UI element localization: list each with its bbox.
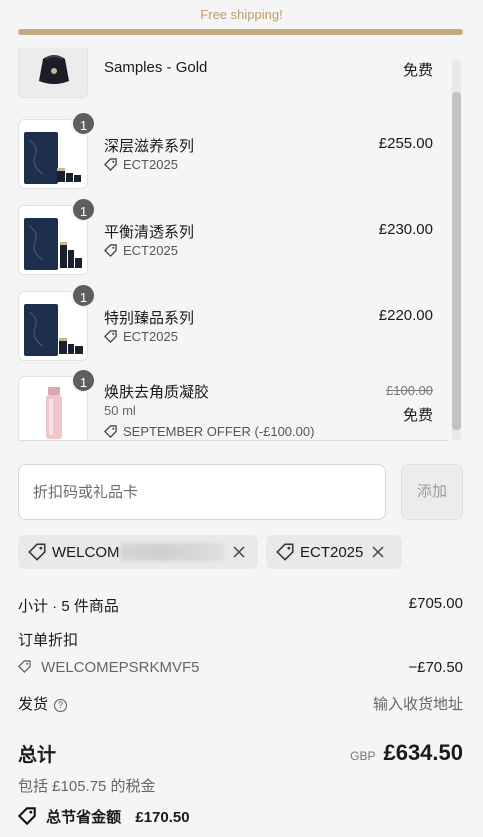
item-name: 特别臻品系列 (104, 310, 195, 327)
list-item[interactable]: 1 特别臻品系列 ECT2025 £220.00 (18, 283, 448, 367)
total-label: 总计 (18, 745, 57, 766)
subtotal-row: 小计 · 5 件商品 £705.00 (18, 595, 463, 616)
quantity-badge: 1 (71, 197, 96, 222)
item-discount: ECT2025 (104, 157, 178, 172)
shipping-value: 输入收货地址 (372, 696, 463, 713)
discount-code-input[interactable] (18, 464, 386, 520)
total-value: £634.50 (383, 740, 463, 765)
list-item[interactable]: 1 焕肤去角质凝胶 50 ml SEPTEMBER OFFER (-£100.0… (18, 368, 448, 440)
list-item[interactable]: 1 平衡清透系列 ECT2025 £230.00 (18, 197, 448, 281)
product-image (18, 48, 88, 98)
quantity-badge: 1 (71, 111, 96, 136)
tag-icon (104, 425, 117, 438)
discount-value: −£70.50 (408, 659, 463, 676)
code-label: WELCOM (52, 543, 120, 561)
savings-tag-icon (17, 807, 36, 826)
order-discount-label: 订单折扣 (18, 632, 79, 649)
item-price: £255.00 (378, 135, 433, 152)
item-price: £220.00 (378, 307, 433, 324)
applied-code-chip: WELCOM (18, 535, 258, 569)
tag-icon (104, 244, 117, 257)
item-price: 免费 (402, 62, 433, 79)
cart-items-list[interactable]: Samples - Gold 免费 1 深层滋养系列 ECT2025 £255.… (18, 48, 463, 440)
list-item[interactable]: Samples - Gold 免费 (18, 48, 448, 108)
tag-icon (104, 330, 117, 343)
tag-icon (276, 543, 294, 561)
item-price: £230.00 (378, 221, 433, 238)
subtotal-label: 小计 · 5 件商品 (18, 598, 119, 615)
savings-row: 总节省金额 £170.50 (17, 806, 463, 827)
applied-code-chip: ECT2025 (266, 535, 402, 569)
item-original-price: £100.00 (386, 383, 433, 398)
list-divider (18, 440, 448, 441)
discount-code-row: WELCOMEPSRKMVF5 −£70.50 (18, 659, 463, 676)
close-icon[interactable] (232, 545, 246, 559)
tax-note: 包括 £105.75 的税金 (18, 778, 156, 795)
tag-icon (28, 543, 46, 561)
savings-label: 总节省金额 (46, 809, 122, 826)
currency-code: GBP (350, 749, 376, 763)
item-variant: 50 ml (104, 403, 136, 418)
item-name: 平衡清透系列 (104, 224, 195, 241)
shipping-row: 发货? 输入收货地址 (18, 693, 463, 714)
quantity-badge: 1 (71, 283, 96, 308)
subtotal-value: £705.00 (408, 595, 463, 612)
item-discount: ECT2025 (104, 243, 178, 258)
scrollbar-thumb[interactable] (452, 92, 461, 430)
code-label: ECT2025 (300, 543, 364, 561)
help-icon[interactable]: ? (54, 698, 68, 712)
list-item[interactable]: 1 深层滋养系列 ECT2025 £255.00 (18, 111, 448, 195)
shipping-progress-bar (18, 29, 463, 35)
tag-icon (18, 660, 31, 673)
add-discount-button[interactable]: 添加 (401, 464, 463, 520)
tag-icon (104, 158, 117, 171)
item-name: 焕肤去角质凝胶 (104, 384, 210, 401)
item-discount: SEPTEMBER OFFER (-£100.00) (104, 424, 314, 439)
item-name: 深层滋养系列 (104, 138, 195, 155)
shipping-label: 发货 (18, 696, 49, 713)
item-discount: ECT2025 (104, 329, 178, 344)
item-price: 免费 (402, 407, 433, 424)
item-name: Samples - Gold (104, 59, 208, 76)
total-row: 总计 GBP £634.50 (18, 740, 463, 770)
close-icon[interactable] (371, 545, 385, 559)
quantity-badge: 1 (71, 368, 96, 393)
discount-code: WELCOMEPSRKMVF5 (41, 659, 200, 676)
free-shipping-banner: Free shipping! (200, 7, 283, 22)
redacted-region (119, 543, 224, 561)
order-discount-row: 订单折扣 (18, 629, 463, 650)
savings-value: £170.50 (135, 809, 190, 826)
